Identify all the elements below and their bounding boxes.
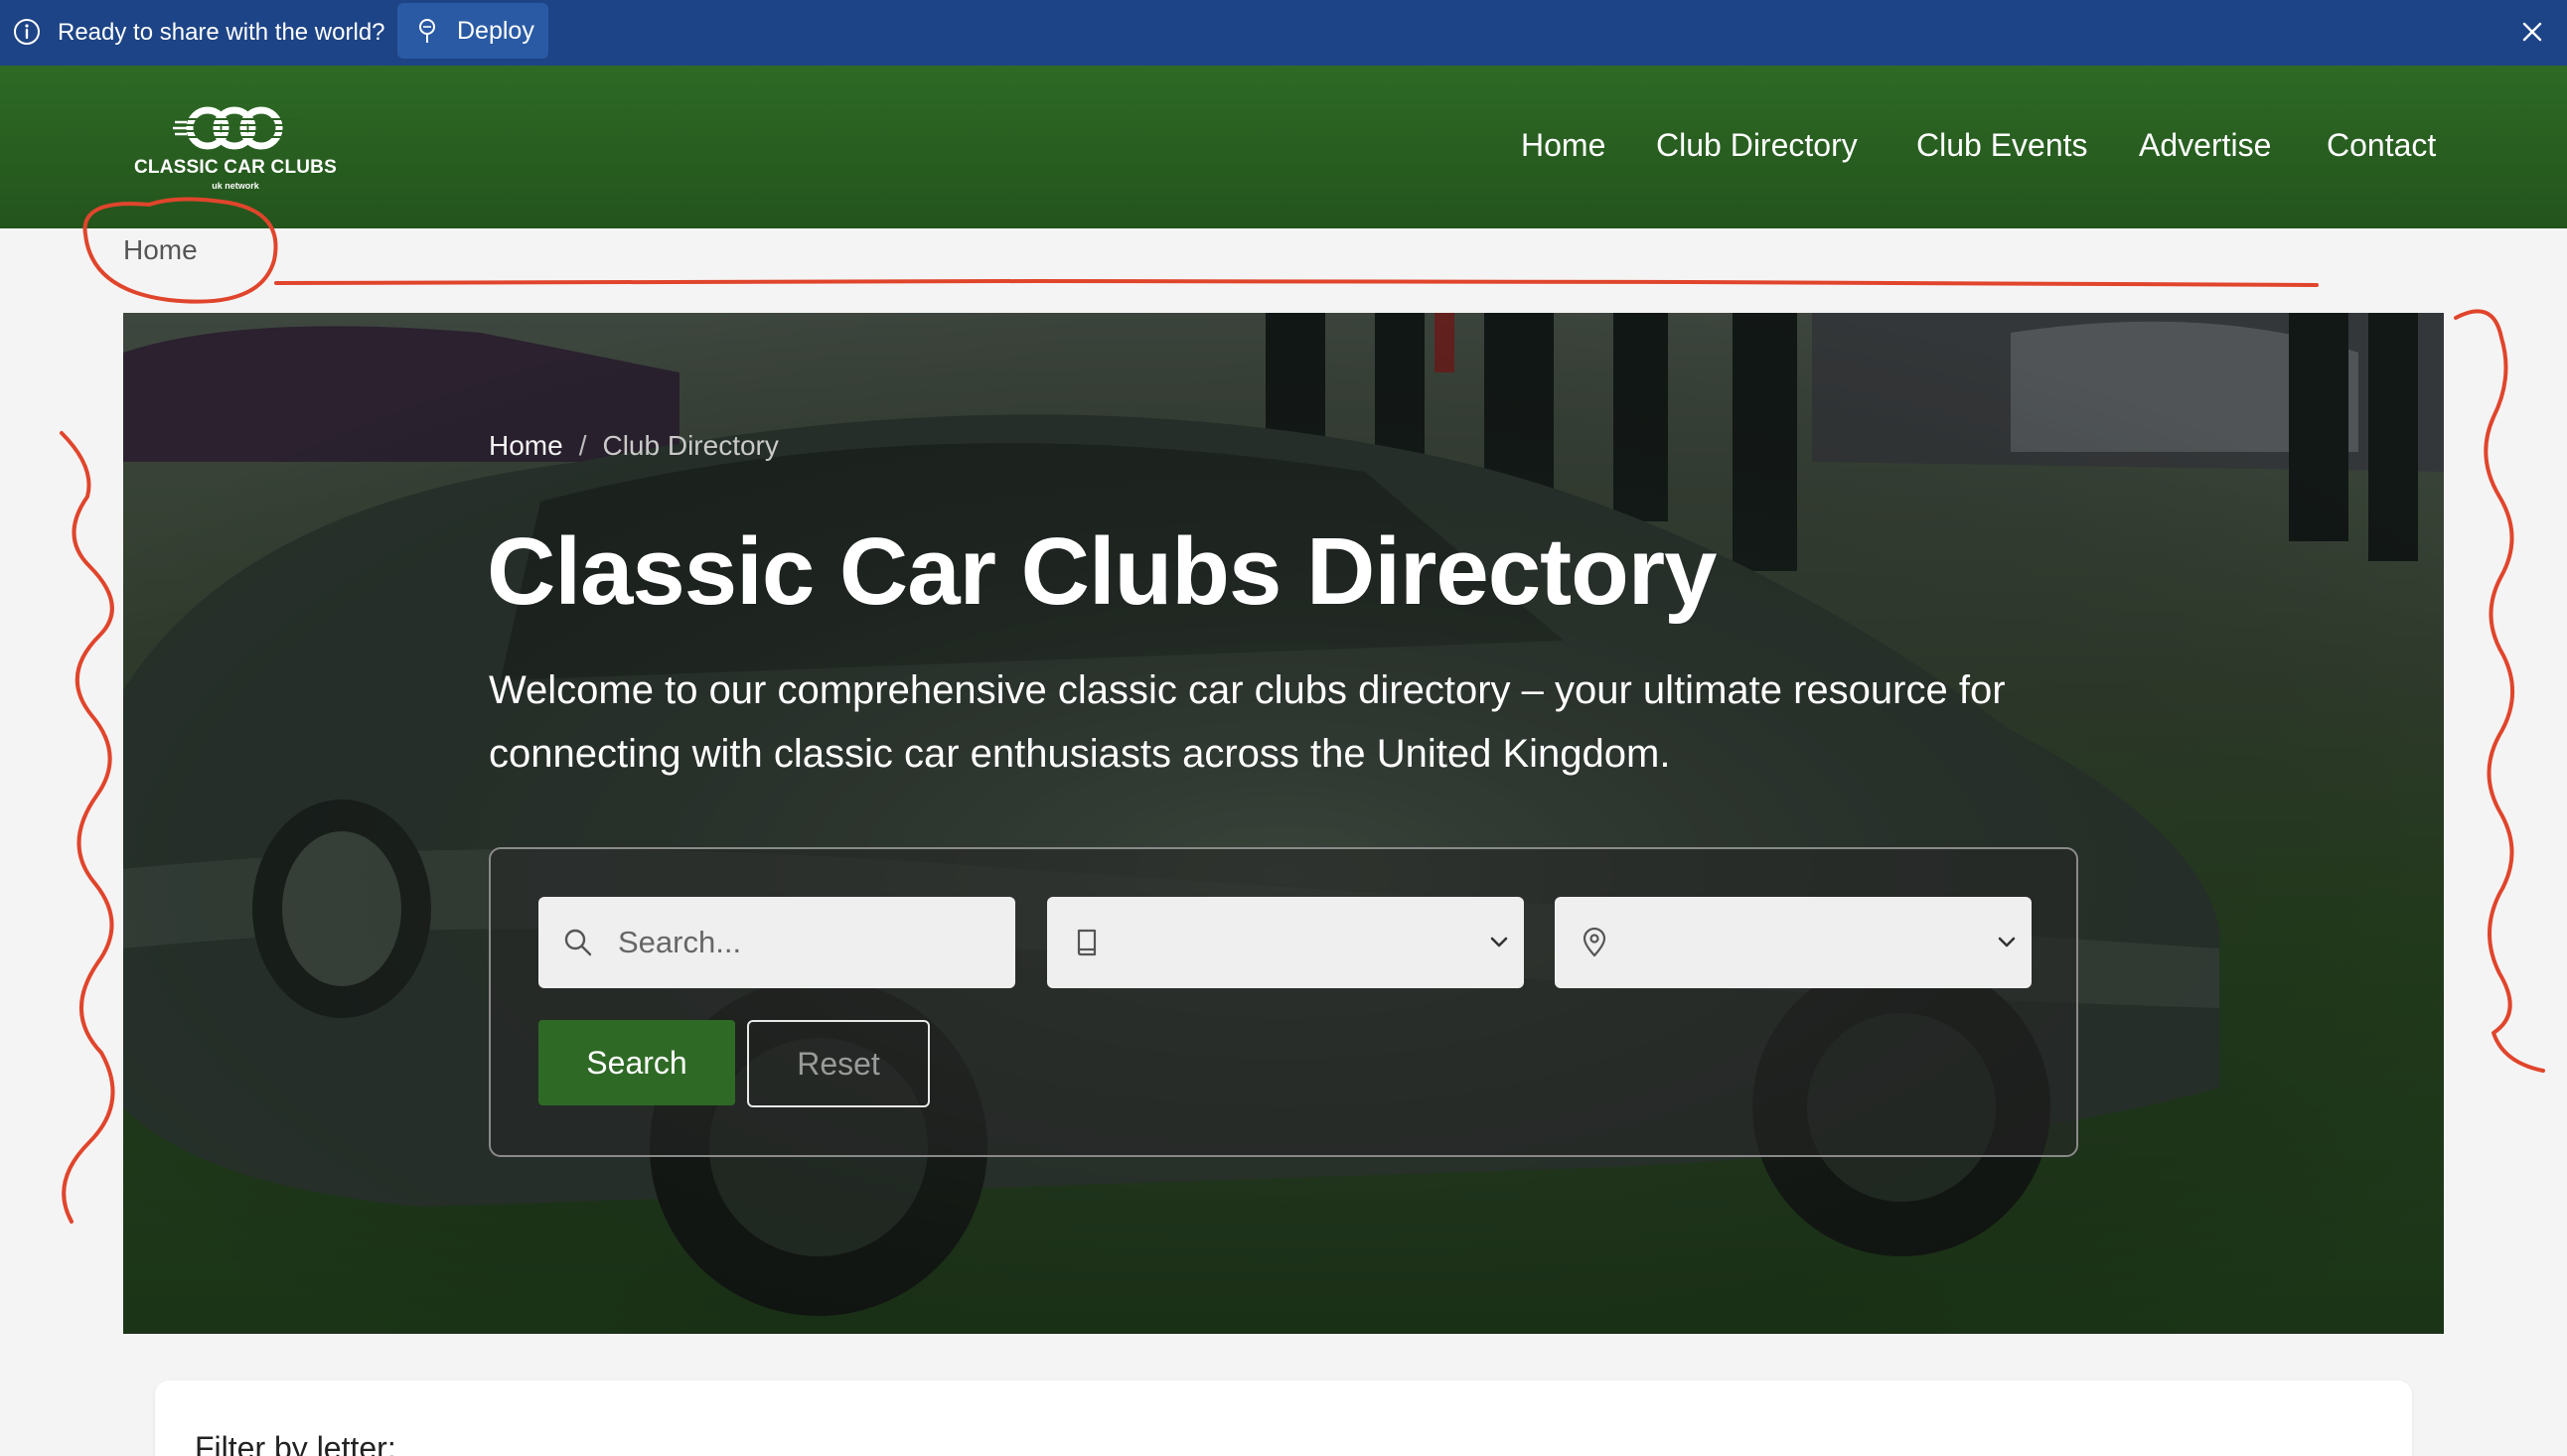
search-panel: Search Reset xyxy=(489,847,2078,1157)
search-button[interactable]: Search xyxy=(538,1020,735,1105)
hero-intro: Welcome to our comprehensive classic car… xyxy=(489,668,2006,776)
main-nav: Home Club Directory Club Events Advertis… xyxy=(0,66,2567,228)
nav-club-events[interactable]: Club Events xyxy=(1916,127,2088,164)
location-select[interactable] xyxy=(1555,897,2032,988)
annotation-squiggle-left xyxy=(60,431,115,1224)
nav-club-directory[interactable]: Club Directory xyxy=(1656,127,1858,164)
annotation-underline xyxy=(274,279,2319,287)
pin-icon xyxy=(419,19,435,43)
search-input[interactable] xyxy=(618,897,995,988)
filter-title: Filter by letter: xyxy=(195,1430,396,1456)
search-field[interactable] xyxy=(538,897,1015,988)
deploy-button-label: Deploy xyxy=(457,17,534,45)
hero-breadcrumb: Home / Club Directory xyxy=(489,430,779,462)
hero-overlay xyxy=(123,313,2444,1334)
deploy-message: Ready to share with the world? xyxy=(58,19,385,46)
breadcrumb-home[interactable]: Home xyxy=(123,234,198,266)
nav-advertise[interactable]: Advertise xyxy=(2139,127,2271,164)
hero-breadcrumb-home[interactable]: Home xyxy=(489,430,563,461)
nav-home[interactable]: Home xyxy=(1521,127,1605,164)
hero-section: Home / Club Directory Classic Car Clubs Di… xyxy=(123,313,2444,1334)
deploy-button[interactable]: Deploy xyxy=(397,3,548,59)
close-icon[interactable] xyxy=(2517,17,2547,47)
category-select[interactable] xyxy=(1047,897,1524,988)
page-title: Classic Car Clubs Directory xyxy=(487,518,1717,625)
chevron-down-icon xyxy=(1998,937,2016,947)
hero-breadcrumb-current: Club Directory xyxy=(602,430,779,461)
filter-card: Filter by letter: xyxy=(155,1381,2412,1456)
breadcrumb-separator: / xyxy=(578,430,587,461)
search-icon xyxy=(564,929,592,956)
deploy-banner: Ready to share with the world? Deploy xyxy=(0,0,2567,66)
chevron-down-icon xyxy=(1490,937,1508,947)
nav-contact[interactable]: Contact xyxy=(2327,127,2436,164)
map-pin-icon xyxy=(1583,927,1606,957)
reset-button[interactable]: Reset xyxy=(747,1020,930,1107)
annotation-squiggle-right xyxy=(2454,309,2545,1073)
book-icon xyxy=(1077,929,1097,956)
info-icon xyxy=(14,19,40,45)
